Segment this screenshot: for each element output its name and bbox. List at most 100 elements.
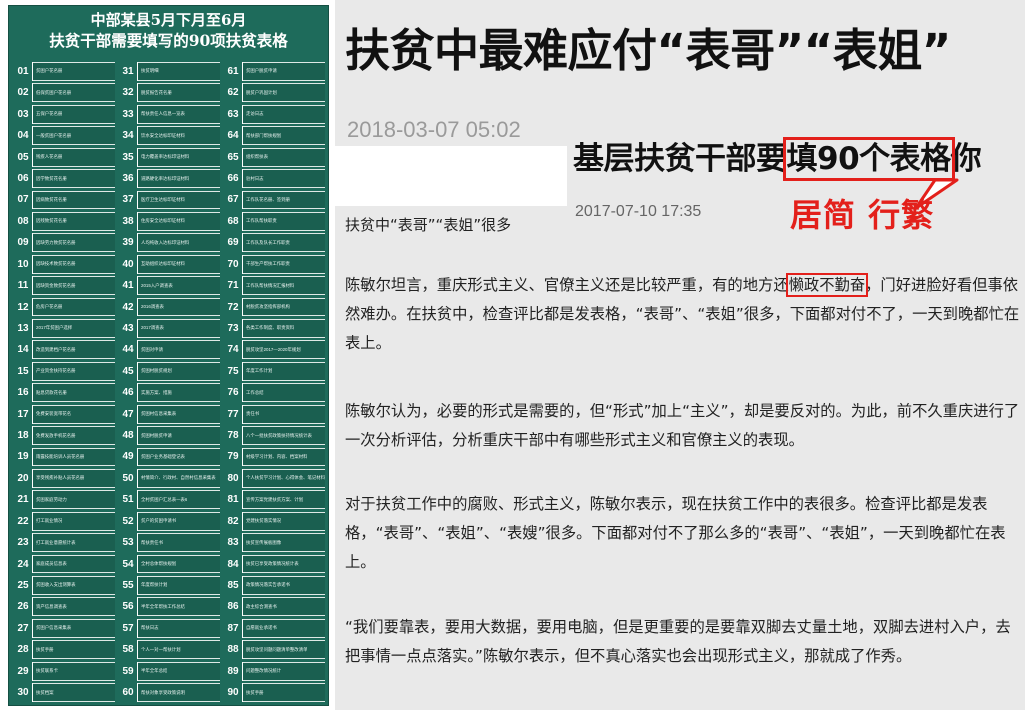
form-item-label: 组织帮扶表 <box>246 154 268 160</box>
form-item-bar: 资产信息调查表 <box>33 597 115 617</box>
form-item-bar: 政策情况落实告承诺书 <box>243 576 325 595</box>
form-item-label: 帮扶部门帮扶规划 <box>246 132 282 138</box>
form-item-bar: 贫困收入支出测算表 <box>33 576 115 595</box>
form-item-label: 产业资金扶持花名册 <box>36 368 76 374</box>
form-item: 80 个人扶贫学习计划、心得体会、笔记材料 <box>224 468 325 488</box>
form-item-bar: 党建扶贫落实情况 <box>243 511 325 531</box>
form-item-number: 79 <box>224 447 242 467</box>
form-item-label: 打工就业意愿统计表 <box>36 539 76 545</box>
form-item-label: 电力覆盖率达标印证材料 <box>141 154 190 160</box>
form-item-label: 免费安装宽带花名 <box>36 411 72 417</box>
form-item: 72 村脱贫攻坚指挥部机构 <box>224 297 325 317</box>
form-item-label: 各类工作制度、职责资料 <box>246 325 295 331</box>
form-item: 86 政主综合测查书 <box>224 597 325 617</box>
form-item-number: 68 <box>224 211 242 231</box>
form-item-label: 自愿就业承诺书 <box>246 625 277 631</box>
form-item-bar: 残疾人花名册 <box>33 147 115 167</box>
form-item: 58 个人一对一帮扶计划 <box>119 640 220 660</box>
form-item-bar: 贫困户业务基础登记表 <box>138 447 220 467</box>
form-item-bar: 各类工作制度、职责资料 <box>243 319 325 338</box>
form-item-label: 年度工作计划 <box>246 368 273 374</box>
form-item: 42 2016调查表 <box>119 297 220 317</box>
form-item-bar: 干部生产帮扶工作职责 <box>243 254 325 274</box>
form-item-bar: 2015入户调查表 <box>138 276 220 296</box>
form-item: 62 脱贫户巩固计划 <box>224 83 325 103</box>
form-item: 05 残疾人花名册 <box>14 147 115 167</box>
form-item-label: 走访日志 <box>246 111 264 117</box>
form-item-label: 因残致贫花名册 <box>36 218 67 224</box>
form-item: 19 雨露技能培训人员花名册 <box>14 447 115 467</box>
form-item-label: 人均纯收入达标印证材料 <box>141 239 190 245</box>
form-item-bar: 贫困村信息采集表 <box>138 404 220 424</box>
form-item-number: 52 <box>119 511 137 531</box>
form-item: 60 帮扶对象享受政策说明 <box>119 683 220 702</box>
form-item-label: 贫困家庭劳动力 <box>36 496 67 502</box>
form-item-label: 贫困村脱贫申请 <box>141 432 172 438</box>
form-item-number: 42 <box>119 297 137 317</box>
form-item-bar: 因残致贫花名册 <box>33 211 115 231</box>
form-item-bar: 贫困村脱贫申请 <box>138 426 220 445</box>
form-item: 13 2017年贫困户选择 <box>14 319 115 338</box>
form-item: 63 走访日志 <box>224 104 325 124</box>
form-item: 89 问题整改情况统计 <box>224 661 325 681</box>
form-item-bar: 脱贫报告花名册 <box>138 83 220 103</box>
form-item-number: 28 <box>14 640 32 660</box>
form-item: 85 政策情况落实告承诺书 <box>224 576 325 595</box>
form-item: 82 党建扶贫落实情况 <box>224 511 325 531</box>
form-item: 74 脱贫攻坚2017—2020年规划 <box>224 340 325 360</box>
form-item-bar: 道路硬化率达标印证材料 <box>138 169 220 188</box>
form-item-number: 24 <box>14 554 32 574</box>
form-item: 41 2015入户调查表 <box>119 276 220 296</box>
form-item-bar: 工作总结 <box>243 383 325 403</box>
screenshot-root: 中部某县5月下月至6月 扶贫干部需要填写的90项扶贫表格 01 贫困户花名册 02 低… <box>0 0 1025 710</box>
form-item-label: 脱贫攻坚问题问题清单整改清单 <box>246 646 308 652</box>
form-item-label: 驻村日志 <box>246 175 264 181</box>
form-item-bar: 饮水安全达标印证材料 <box>138 126 220 146</box>
form-item-bar: 自愿就业承诺书 <box>243 618 325 638</box>
form-item-number: 25 <box>14 576 32 595</box>
paragraph-1: 陈敏尔坦言，重庆形式主义、官僚主义还是比较严重，有的地方还懒政不勤奋，门好进脸好… <box>345 271 1021 358</box>
form-item: 88 脱贫攻坚问题问题清单整改清单 <box>224 640 325 660</box>
form-item-number: 71 <box>224 276 242 296</box>
form-item-number: 39 <box>119 233 137 253</box>
form-item-bar: 组织帮扶表 <box>243 147 325 167</box>
form-item: 65 组织帮扶表 <box>224 147 325 167</box>
form-item-bar: 贫困户花名册 <box>33 62 115 81</box>
form-item-label: 宣传方案党建扶贫方案、计划 <box>246 496 304 502</box>
form-item: 79 村级学习计划、内容、档案材料 <box>224 447 325 467</box>
form-item: 66 驻村日志 <box>224 169 325 188</box>
form-item-label: 工作队帮扶职责 <box>246 218 277 224</box>
form-item-bar: 因学致贫花名册 <box>33 169 115 188</box>
form-item-label: 工作总结 <box>246 389 264 395</box>
form-item: 15 产业资金扶持花名册 <box>14 361 115 381</box>
form-item-bar: 走访日志 <box>243 104 325 124</box>
form-item: 40 互助组织达标印证材料 <box>119 254 220 274</box>
article-date: 2018-03-07 05:02 <box>347 117 521 142</box>
form-item-number: 88 <box>224 640 242 660</box>
form-item-number: 14 <box>14 340 32 360</box>
forms-list-title: 中部某县5月下月至6月 扶贫干部需要填写的90项扶贫表格 <box>9 6 328 58</box>
form-item-label: 半年全年总结 <box>141 668 168 674</box>
form-item-label: 免费发放手机花名册 <box>36 432 76 438</box>
form-item-label: 2017年贫困户选择 <box>36 325 73 331</box>
form-item-label: 一般贫困户花名册 <box>36 132 72 138</box>
form-item: 03 五保户花名册 <box>14 104 115 124</box>
form-item: 31 扶贫明细 <box>119 62 220 81</box>
form-item: 25 贫困收入支出测算表 <box>14 576 115 595</box>
form-item-bar: 全村贫困户汇总表一表6 <box>138 490 220 510</box>
form-item-bar: 因缺技术致贫花名册 <box>33 254 115 274</box>
form-item-bar: 驻村日志 <box>243 169 325 188</box>
form-item-bar: 村级学习计划、内容、档案材料 <box>243 447 325 467</box>
form-item-label: 工作队花名册、签到册 <box>246 196 290 202</box>
form-item-number: 90 <box>224 683 242 702</box>
form-item-bar: 2016调查表 <box>138 297 220 317</box>
form-item: 35 电力覆盖率达标印证材料 <box>119 147 220 167</box>
form-item-bar: 打工就业情况 <box>33 511 115 531</box>
form-item-bar: 贫困村脱贫规划 <box>138 361 220 381</box>
form-item-bar: 2017调查表 <box>138 319 220 338</box>
form-item-bar: 年度帮扶计划 <box>138 576 220 595</box>
form-item-number: 12 <box>14 297 32 317</box>
form-item: 21 贫困家庭劳动力 <box>14 490 115 510</box>
form-item-bar: 扶贫宣传展板图像 <box>243 533 325 553</box>
form-item-label: 五保户花名册 <box>36 111 63 117</box>
